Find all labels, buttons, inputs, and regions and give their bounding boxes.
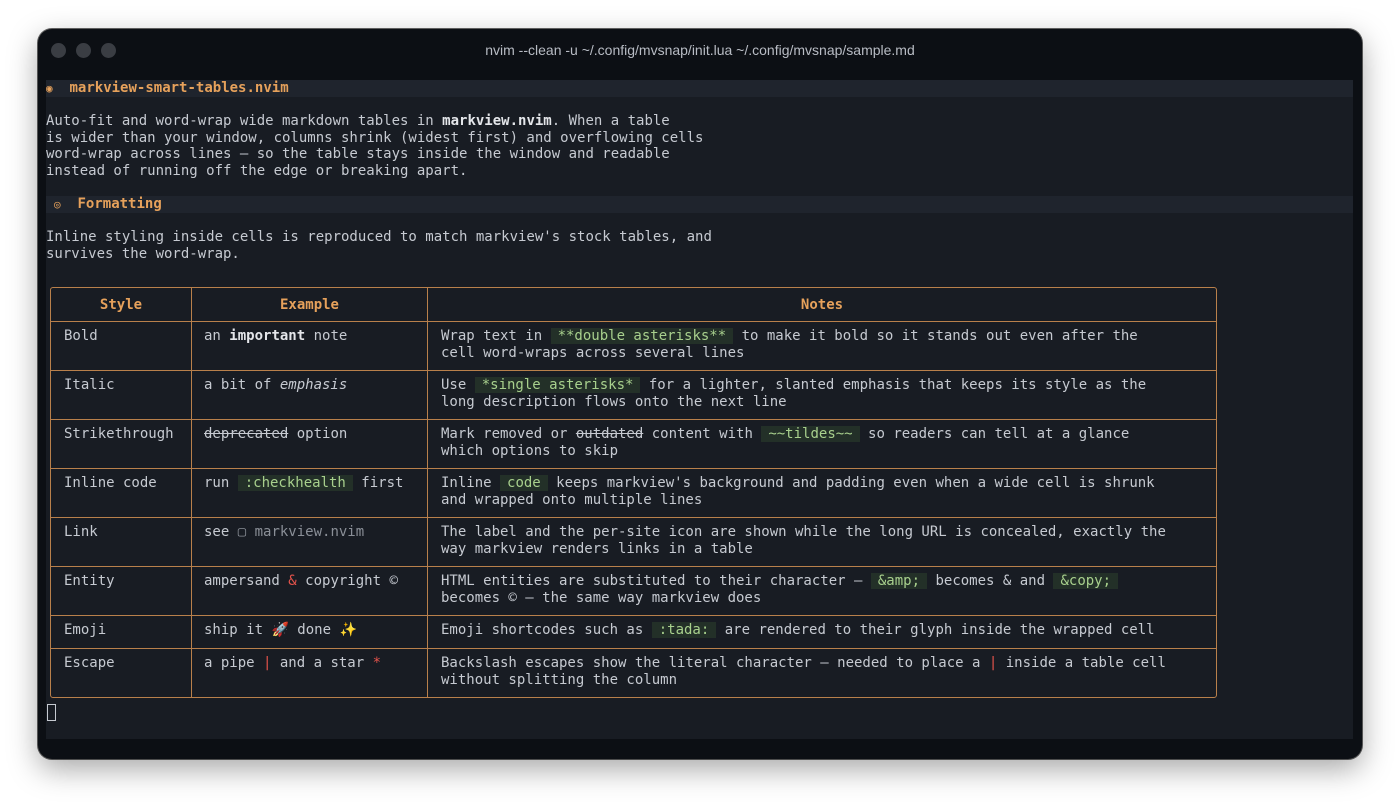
table-cell-notes: Use *single asterisks* for a lighter, sl… bbox=[441, 377, 1147, 393]
table-cell-notes-wrap: without splitting the column bbox=[441, 672, 678, 688]
table-cell-style: Bold bbox=[64, 328, 98, 344]
table-cell-notes: Mark removed or outdated content with ~~… bbox=[441, 426, 1130, 442]
editor-buffer[interactable]: ◉ markview-smart-tables.nvim Auto-fit an… bbox=[46, 80, 1353, 739]
table-cell-style: Italic bbox=[64, 377, 115, 393]
table-cell-notes-wrap: way markview renders links in a table bbox=[441, 541, 753, 557]
table-cell-example: an important note bbox=[204, 328, 348, 344]
column-header-example: Example bbox=[279, 297, 339, 313]
column-header-notes: Notes bbox=[800, 297, 844, 313]
row-divider bbox=[51, 370, 1216, 371]
heading-bullet-icon: ◎ bbox=[54, 198, 61, 211]
row-divider bbox=[51, 517, 1216, 518]
heading-1: ◉ markview-smart-tables.nvim bbox=[46, 80, 289, 97]
table-cell-style: Inline code bbox=[64, 475, 157, 491]
row-divider bbox=[51, 419, 1216, 420]
sparkles-emoji: ✨ bbox=[339, 622, 357, 638]
heading-bullet-icon: ◉ bbox=[46, 82, 53, 95]
paragraph-line: survives the word-wrap. bbox=[46, 246, 240, 262]
link-icon: ▢ bbox=[237, 524, 247, 540]
table-cell-notes: Inline code keeps markview's background … bbox=[441, 475, 1155, 491]
table-cell-example: ship it 🚀 done ✨ bbox=[204, 622, 357, 638]
table-cell-style: Strikethrough bbox=[64, 426, 174, 442]
heading-2: ◎ Formatting bbox=[54, 196, 162, 213]
window-title: nvim --clean -u ~/.config/mvsnap/init.lu… bbox=[485, 42, 915, 58]
table-cell-example: a pipe | and a star * bbox=[204, 655, 382, 671]
table-cell-example: see ▢ markview.nvim bbox=[204, 524, 365, 540]
table-cell-notes: The label and the per-site icon are show… bbox=[441, 524, 1166, 540]
paragraph-line: Inline styling inside cells is reproduce… bbox=[46, 229, 712, 245]
paragraph-line: Auto-fit and word-wrap wide markdown tab… bbox=[46, 113, 670, 130]
table-cell-style: Link bbox=[64, 524, 98, 540]
table-cell-notes-wrap: becomes © — the same way markview does bbox=[441, 590, 762, 606]
column-divider bbox=[427, 288, 428, 697]
row-divider bbox=[51, 615, 1216, 616]
column-divider bbox=[191, 288, 192, 697]
markdown-table: Style Example Notes Bold an important no… bbox=[50, 287, 1217, 698]
heading-2-bar bbox=[46, 196, 1353, 213]
table-cell-notes-wrap: and wrapped onto multiple lines bbox=[441, 492, 703, 508]
table-cell-style: Entity bbox=[64, 573, 115, 589]
table-cell-notes-wrap: cell word-wraps across several lines bbox=[441, 345, 745, 361]
table-cell-notes: Backslash escapes show the literal chara… bbox=[441, 655, 1166, 671]
text-cursor bbox=[47, 704, 56, 721]
heading-2-text: Formatting bbox=[77, 196, 162, 212]
heading-1-text: markview-smart-tables.nvim bbox=[69, 80, 289, 96]
paragraph-line: is wider than your window, columns shrin… bbox=[46, 130, 704, 146]
header-divider bbox=[51, 321, 1216, 322]
row-divider bbox=[51, 468, 1216, 469]
bold-text: markview.nvim bbox=[442, 113, 552, 129]
table-cell-notes-wrap: which options to skip bbox=[441, 443, 619, 459]
title-bar: nvim --clean -u ~/.config/mvsnap/init.lu… bbox=[38, 29, 1362, 73]
table-cell-style: Escape bbox=[64, 655, 115, 671]
text: Auto-fit and word-wrap wide markdown tab… bbox=[46, 113, 443, 129]
row-divider bbox=[51, 648, 1216, 649]
column-header-style: Style bbox=[99, 297, 143, 313]
rocket-emoji: 🚀 bbox=[271, 622, 289, 638]
table-cell-example: a bit of emphasis bbox=[204, 377, 348, 393]
row-divider bbox=[51, 566, 1216, 567]
table-cell-style: Emoji bbox=[64, 622, 107, 638]
terminal-window: nvim --clean -u ~/.config/mvsnap/init.lu… bbox=[38, 29, 1362, 759]
text: . When a table bbox=[551, 113, 670, 129]
table-cell-example: ampersand & copyright © bbox=[204, 573, 398, 589]
table-cell-example: run :checkhealth first bbox=[204, 475, 404, 491]
table-cell-notes: Wrap text in **double asterisks** to mak… bbox=[441, 328, 1138, 344]
paragraph-line: word-wrap across lines — so the table st… bbox=[46, 146, 670, 162]
paragraph-line: instead of running off the edge or break… bbox=[46, 163, 468, 179]
table-cell-notes: HTML entities are substituted to their c… bbox=[441, 573, 1119, 590]
table-cell-notes: Emoji shortcodes such as :tada: are rend… bbox=[441, 622, 1155, 638]
link-label[interactable]: markview.nvim bbox=[255, 524, 365, 540]
table-cell-example: deprecated option bbox=[204, 426, 348, 442]
table-cell-notes-wrap: long description flows onto the next lin… bbox=[441, 394, 787, 410]
